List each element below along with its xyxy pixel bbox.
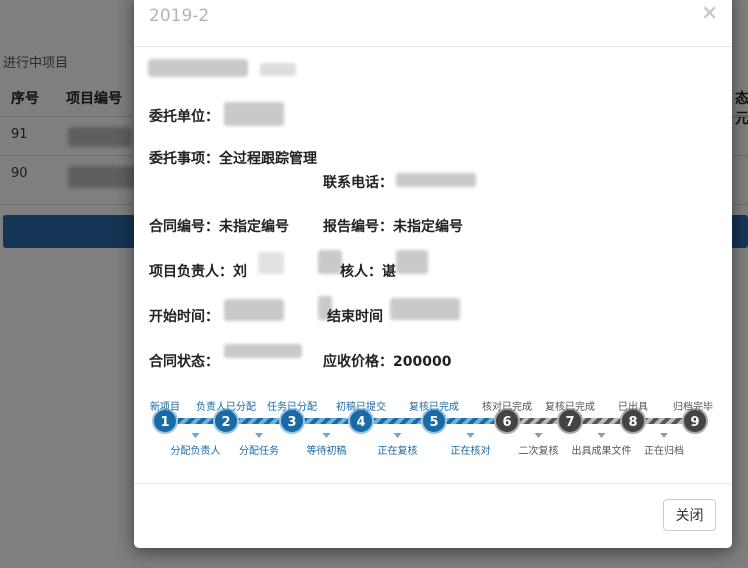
report-number-field: 报告编号：未指定编号 — [323, 216, 463, 236]
end-time-label: 结束时间 — [327, 309, 383, 325]
contract-status-label: 合同状态： — [149, 354, 219, 370]
transition-marker-icon — [191, 433, 200, 438]
progress-step-number: 4 — [356, 415, 365, 430]
progress-transition-label: 出具成果文件 — [571, 446, 632, 457]
progress-transition-label: 正在核对 — [450, 446, 491, 457]
progress-transition-label: 等待初稿 — [306, 446, 347, 457]
progress-step-label: 负责人已分配 — [196, 402, 256, 413]
transition-marker-icon — [660, 433, 668, 438]
matter-value: 全过程跟踪管理 — [219, 151, 317, 167]
reviewer-value: 谌 — [382, 264, 396, 280]
transition-marker-icon — [466, 433, 475, 438]
progress-transition-label: 正在归档 — [644, 446, 684, 457]
redacted-reviewer-name — [396, 250, 428, 274]
matter-label: 委托事项： — [149, 151, 219, 167]
redacted-end-time — [390, 298, 460, 320]
project-leader-label: 项目负责人： — [149, 264, 233, 280]
progress-step-number: 2 — [221, 415, 230, 430]
redacted-leader-name — [258, 252, 284, 274]
transition-marker-icon — [255, 433, 263, 438]
redacted-start-time — [224, 299, 284, 321]
reviewer-label: 核人： — [340, 264, 382, 280]
progress-step-label: 已出具 — [618, 402, 648, 413]
close-icon[interactable]: × — [701, 2, 718, 22]
redacted-phone-value — [396, 173, 476, 187]
project-leader-value: 刘 — [233, 264, 247, 280]
start-time-label: 开始时间： — [149, 309, 219, 325]
progress-step-number: 7 — [565, 415, 574, 430]
redacted-client-value — [224, 102, 284, 126]
progress-step-label: 新项目 — [150, 402, 180, 413]
modal-title: 2019-2 — [149, 6, 210, 26]
contract-number-label: 合同编号： — [149, 219, 219, 235]
modal-footer — [134, 483, 732, 549]
matter-field: 委托事项：全过程跟踪管理 — [149, 149, 319, 169]
redacted-contract-status — [224, 344, 302, 358]
client-label: 委托单位： — [149, 109, 219, 125]
progress-transition-label: 正在复核 — [377, 446, 418, 457]
progress-step-label: 任务已分配 — [267, 402, 317, 413]
progress-step-number: 6 — [502, 415, 511, 430]
progress-step-label: 归档完毕 — [673, 402, 713, 413]
redacted-project-name — [148, 59, 248, 77]
progress-transition-label: 二次复核 — [518, 446, 559, 457]
progress-step-number: 5 — [429, 415, 438, 430]
transition-marker-icon — [534, 433, 543, 438]
progress-transition-label: 分配负责人 — [170, 446, 221, 457]
progress-step-label: 初稿已提交 — [336, 402, 386, 413]
progress-step-label: 核对已完成 — [482, 402, 532, 413]
progress-step-number: 3 — [287, 415, 296, 430]
price-value: 200000 — [393, 354, 452, 370]
progress-step-number: 1 — [160, 415, 169, 430]
progress-step-label: 复核已完成 — [545, 402, 595, 413]
redacted-project-name-suffix — [260, 63, 296, 76]
project-detail-modal: 2019-2 × 委托单位： 委托事项：全过程跟踪管理 联系电话： 合同编号：未… — [134, 0, 732, 548]
reviewer-field: 核人：谌 — [340, 261, 396, 281]
transition-marker-icon — [393, 433, 402, 438]
contract-number-value: 未指定编号 — [219, 219, 289, 235]
close-button[interactable]: 关闭 — [663, 499, 716, 531]
redacted-reviewer-prefix — [318, 250, 342, 274]
progress-transition-label: 分配任务 — [239, 446, 279, 457]
contract-number-field: 合同编号：未指定编号 — [149, 216, 289, 236]
progress-step-number: 9 — [690, 415, 699, 430]
report-number-label: 报告编号： — [323, 219, 393, 235]
price-label: 应收价格： — [323, 354, 393, 370]
price-field: 应收价格：200000 — [323, 351, 451, 371]
report-number-value: 未指定编号 — [393, 219, 463, 235]
modal-header: 2019-2 × — [134, 0, 732, 47]
transition-marker-icon — [597, 433, 606, 438]
project-leader-field: 项目负责人：刘 — [149, 261, 247, 281]
progress-step-label: 复核已完成 — [409, 402, 459, 413]
progress-step-number: 8 — [628, 415, 637, 430]
transition-marker-icon — [322, 433, 331, 438]
phone-label: 联系电话： — [323, 175, 393, 191]
